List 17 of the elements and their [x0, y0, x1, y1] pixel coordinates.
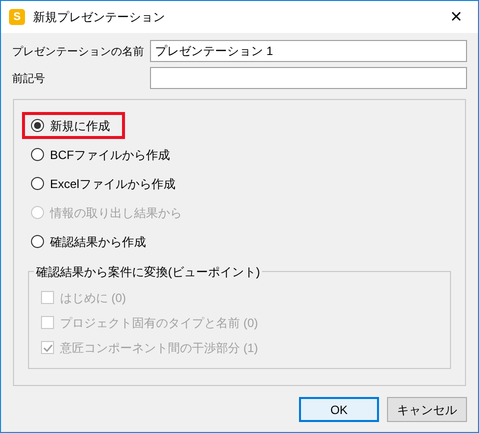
dialog-button[interactable]: キャンセル	[387, 397, 467, 422]
window-title: 新規プレゼンテーション	[33, 9, 165, 26]
radio-option[interactable]: Excelファイルから作成	[22, 170, 190, 197]
radio-option[interactable]: BCFファイルから作成	[22, 141, 185, 168]
field-label: 前記号	[12, 72, 45, 85]
field-label: プレゼンテーションの名前	[12, 46, 144, 58]
input-field[interactable]: プレゼンテーション 1	[150, 40, 467, 62]
radio-option[interactable]: 新規に作成	[22, 112, 125, 139]
close-button[interactable]: ×	[442, 7, 470, 27]
checkbox-icon	[41, 291, 54, 304]
app-icon: S	[9, 9, 25, 25]
group-title: 確認結果から案件に変換(ビューポイント)	[34, 263, 262, 281]
input-field[interactable]	[150, 67, 467, 89]
checkbox-icon	[41, 316, 54, 329]
radio-option[interactable]: 確認結果から作成	[22, 228, 161, 255]
dialog-button[interactable]: OK	[299, 397, 379, 422]
checkbox-icon	[41, 341, 54, 354]
